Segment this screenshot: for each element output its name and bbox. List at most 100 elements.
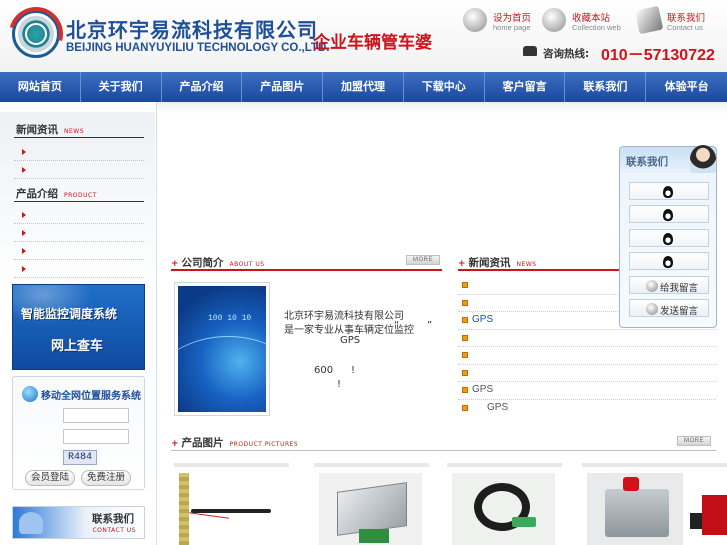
- bullet-icon: [462, 334, 468, 341]
- product-image: [688, 473, 727, 545]
- sidebar-product-item[interactable]: [14, 242, 144, 260]
- news-item[interactable]: GPS: [458, 400, 716, 418]
- company-text-line1: 北京环宇易流科技有限公司: [284, 311, 404, 322]
- send-icon: [646, 303, 658, 315]
- product-image: [452, 473, 555, 545]
- nav-contact[interactable]: 联系我们: [565, 72, 647, 102]
- image-stripe: [179, 473, 189, 545]
- company-logo-icon[interactable]: [0, 0, 73, 71]
- module-shape: [605, 489, 669, 537]
- main-nav: 网站首页 关于我们 产品介绍 产品图片 加盟代理 下载中心 客户留言 联系我们 …: [0, 72, 727, 102]
- wire-shape: [189, 512, 229, 519]
- product-thumb[interactable]: [582, 463, 692, 545]
- divider: [14, 137, 144, 138]
- bookmark-sublabel: Collection web: [572, 23, 621, 32]
- bullet-icon: [462, 387, 468, 393]
- site-header: 北京环宇易流科技有限公司 BEIJING HUANYUYILIU TECHNOL…: [0, 0, 727, 72]
- qq-chat-button[interactable]: [629, 252, 709, 270]
- arrow-icon: [22, 266, 26, 272]
- page: 北京环宇易流科技有限公司 BEIJING HUANYUYILIU TECHNOL…: [0, 0, 727, 545]
- sidebar-news-sub: NEWS: [64, 128, 85, 135]
- news-title-text: 新闻资讯: [468, 257, 511, 269]
- nav-downloads[interactable]: 下载中心: [404, 72, 485, 102]
- nav-about[interactable]: 关于我们: [81, 72, 162, 102]
- sidebar-product-item[interactable]: [14, 224, 144, 242]
- product-more-button[interactable]: MORE: [677, 436, 711, 446]
- support-agent-icon: [690, 145, 716, 173]
- logo-globe: [25, 23, 47, 45]
- binary-text: 100 10 10: [208, 314, 252, 323]
- product-pictures-title: + 产品图片 PRODUCT PICTURES: [171, 435, 298, 450]
- cable-tip-shape: [512, 517, 536, 527]
- product-pictures-title-text: 产品图片: [181, 437, 224, 449]
- nav-demo-platform[interactable]: 体验平台: [646, 72, 727, 102]
- sidebar-product-item[interactable]: [14, 260, 144, 278]
- news-item[interactable]: [458, 330, 716, 347]
- qq-penguin-icon: [663, 209, 673, 221]
- hotline-label: 咨询热线:: [543, 48, 590, 60]
- product-thumb[interactable]: [174, 463, 289, 545]
- product-thumb[interactable]: [683, 463, 727, 545]
- nav-products[interactable]: 产品介绍: [162, 72, 243, 102]
- product-image: [179, 473, 282, 545]
- plus-icon: +: [171, 439, 179, 449]
- news-title: + 新闻资讯 NEWS: [458, 255, 537, 270]
- floating-panel-header: 联系我们: [620, 145, 716, 173]
- qq-penguin-icon: [663, 233, 673, 245]
- contact-banner-sub: CONTACT US: [92, 527, 136, 534]
- qq-chat-button[interactable]: [629, 205, 709, 223]
- nav-home[interactable]: 网站首页: [0, 72, 81, 102]
- arrow-icon: [22, 167, 26, 173]
- product-pictures-sub: PRODUCT PICTURES: [229, 441, 299, 448]
- login-title: 移动全网位置服务系统: [41, 391, 141, 402]
- username-input[interactable]: [63, 408, 129, 423]
- product-thumb[interactable]: [447, 463, 562, 545]
- news-item[interactable]: [458, 347, 716, 365]
- globe-arc: [178, 336, 266, 412]
- bullet-icon: [462, 317, 468, 323]
- sidebar-product-title-text: 产品介绍: [16, 188, 58, 200]
- news-item[interactable]: GPS: [458, 382, 716, 400]
- contact-us-banner[interactable]: 联系我们 CONTACT US: [12, 506, 145, 539]
- qq-chat-button[interactable]: [629, 229, 709, 247]
- nav-franchise[interactable]: 加盟代理: [323, 72, 404, 102]
- register-button[interactable]: 免费注册: [81, 470, 131, 486]
- connector-shape: [359, 529, 389, 543]
- phone-icon: [523, 46, 537, 56]
- company-text-excl: !: [337, 379, 342, 390]
- set-homepage-label: 设为首页: [493, 13, 532, 24]
- qq-penguin-icon: [663, 186, 673, 198]
- qq-chat-button[interactable]: [629, 182, 709, 200]
- qq-penguin-icon: [663, 256, 673, 268]
- send-message-button[interactable]: 发送留言: [629, 299, 709, 317]
- banner-subtitle: 网上查车: [51, 339, 104, 354]
- send-message-label: 发送留言: [660, 306, 699, 317]
- box-shape: [337, 482, 407, 536]
- sidebar-product-sub: PRODUCT: [64, 192, 97, 199]
- news-item[interactable]: [458, 365, 716, 382]
- top-strip: [157, 102, 727, 114]
- nav-guestbook[interactable]: 客户留言: [485, 72, 566, 102]
- product-thumb[interactable]: [314, 463, 429, 545]
- contact-sublabel: Contact us: [667, 23, 703, 32]
- password-input[interactable]: [63, 429, 129, 444]
- quote-close: ”: [427, 320, 433, 331]
- company-name-cn: 北京环宇易流科技有限公司: [66, 18, 318, 42]
- bullet-icon: [462, 282, 468, 288]
- floating-contact-panel: 联系我们 给我留言 发送留言: [619, 145, 717, 328]
- sidebar-news-item[interactable]: [14, 143, 144, 161]
- login-button[interactable]: 会员登陆: [25, 470, 75, 486]
- sidebar-news-item[interactable]: [14, 161, 144, 179]
- bullet-icon: [462, 352, 468, 358]
- sidebar-news-title: 新闻资讯 NEWS: [16, 122, 84, 137]
- company-more-button[interactable]: MORE: [406, 255, 440, 265]
- sidebar-product-item[interactable]: [14, 206, 144, 224]
- company-name-en: BEIJING HUANYUYILIU TECHNOLOGY CO.,LTD.: [66, 42, 330, 54]
- company-image: 100 10 10: [174, 282, 270, 416]
- bullet-icon: [462, 369, 468, 376]
- leave-message-button[interactable]: 给我留言: [629, 276, 709, 294]
- nav-product-pictures[interactable]: 产品图片: [242, 72, 324, 102]
- device-shape: [702, 495, 727, 535]
- monitoring-system-banner[interactable]: 智能监控调度系统 网上查车: [12, 284, 145, 370]
- wire-shape: [191, 509, 271, 513]
